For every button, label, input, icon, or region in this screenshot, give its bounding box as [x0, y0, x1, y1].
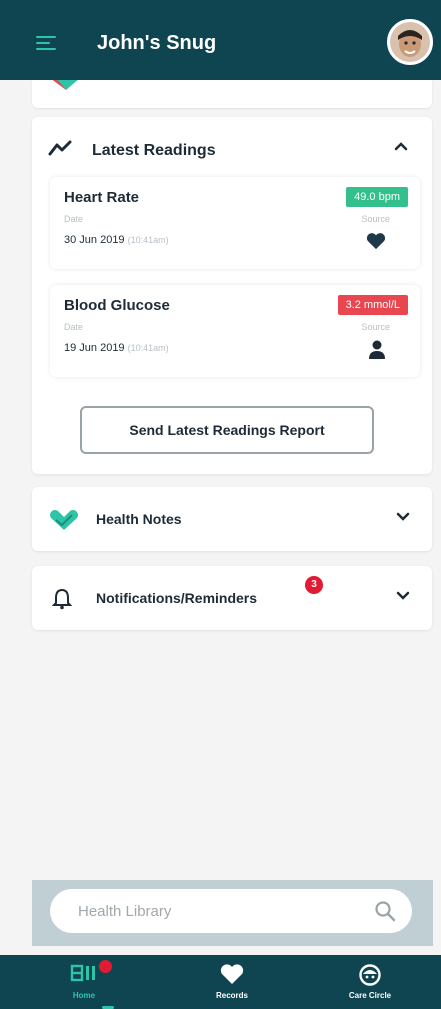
- scrolled-card: [32, 80, 432, 108]
- source-label: Source: [361, 214, 390, 224]
- date-label: Date: [64, 214, 84, 224]
- reading-date: 30 Jun 2019 (10:41am): [64, 234, 169, 246]
- notification-count-badge: 3: [305, 576, 323, 594]
- health-library-search-area: [32, 880, 433, 946]
- nav-label: Records: [215, 991, 248, 1000]
- reading-card-blood-glucose[interactable]: Blood Glucose 3.2 mmol/L Date Source 19 …: [50, 285, 420, 377]
- latest-readings-header[interactable]: Latest Readings: [32, 117, 432, 177]
- reading-date-value: 30 Jun 2019: [64, 234, 125, 246]
- home-notification-dot: [99, 960, 112, 973]
- latest-readings-title: Latest Readings: [92, 142, 216, 159]
- source-label: Source: [361, 322, 390, 332]
- person-icon: [369, 340, 385, 359]
- trend-line-icon: [48, 140, 72, 156]
- heart-pulse-icon: [52, 80, 78, 90]
- nav-care-circle[interactable]: Care Circle: [310, 955, 430, 1009]
- chevron-down-icon[interactable]: [396, 511, 410, 521]
- user-avatar[interactable]: [387, 19, 433, 65]
- health-library-search-input[interactable]: [50, 889, 350, 933]
- latest-readings-card: Latest Readings Heart Rate 49.0 bpm Date…: [32, 117, 432, 474]
- reading-name: Heart Rate: [64, 189, 140, 206]
- chevron-down-icon[interactable]: [396, 590, 410, 600]
- nav-label: Care Circle: [348, 991, 392, 1000]
- nav-label: Home: [72, 991, 96, 1000]
- heart-check-icon: [50, 510, 78, 530]
- bottom-navigation: Home Records Care Circle: [0, 955, 441, 1009]
- date-label: Date: [64, 322, 84, 332]
- reading-name: Blood Glucose: [64, 297, 170, 314]
- app-header: John's Snug: [0, 0, 441, 80]
- search-box: [50, 889, 412, 933]
- heart-icon: [220, 964, 244, 984]
- home-icon: [70, 964, 95, 982]
- app-title: John's Snug: [97, 32, 217, 54]
- reading-time: (10:41am): [127, 343, 169, 353]
- reading-date: 19 Jun 2019 (10:41am): [64, 342, 169, 354]
- heart-icon: [366, 233, 386, 250]
- health-notes-card[interactable]: Health Notes: [32, 487, 432, 551]
- send-readings-report-button[interactable]: Send Latest Readings Report: [80, 406, 374, 454]
- nav-home[interactable]: Home: [24, 955, 144, 1009]
- chevron-up-icon[interactable]: [394, 141, 408, 151]
- reading-time: (10:41am): [127, 235, 169, 245]
- reading-card-heart-rate[interactable]: Heart Rate 49.0 bpm Date Source 30 Jun 2…: [50, 177, 420, 269]
- notifications-card[interactable]: Notifications/Reminders 3: [32, 566, 432, 630]
- reading-value-badge: 49.0 bpm: [346, 187, 408, 207]
- search-icon[interactable]: [374, 900, 396, 922]
- care-circle-icon: [359, 964, 381, 986]
- reading-date-value: 19 Jun 2019: [64, 342, 125, 354]
- bell-icon: [52, 588, 72, 610]
- hamburger-menu-icon[interactable]: [36, 36, 56, 50]
- notifications-title: Notifications/Reminders: [96, 590, 258, 606]
- health-notes-title: Health Notes: [96, 511, 182, 527]
- reading-value-badge: 3.2 mmol/L: [337, 295, 408, 315]
- nav-records[interactable]: Records: [172, 955, 292, 1009]
